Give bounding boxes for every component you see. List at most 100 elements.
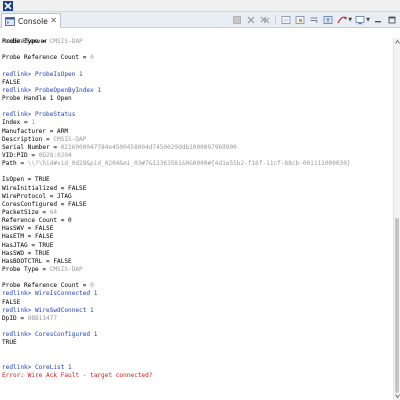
output-key: Path =	[2, 160, 28, 168]
maximize-icon	[388, 16, 396, 24]
output-value: 0BB11477	[27, 314, 58, 322]
output-key: Probe Type =	[2, 38, 50, 45]
console-output-line: HasSWV = FALSE	[2, 225, 54, 233]
remove-all-icon	[260, 16, 270, 24]
scroll-up-icon[interactable]	[395, 39, 400, 45]
open-console-icon	[337, 16, 347, 24]
output-value: 1	[31, 119, 36, 127]
close-icon[interactable]: ✕	[50, 16, 57, 26]
minimize-icon	[375, 21, 381, 23]
chevron-down-icon[interactable]: ▼	[366, 17, 370, 23]
output-value: 0D28:0204	[38, 151, 72, 159]
console-command-line: redlink> ProbeIsOpen 1	[2, 70, 83, 78]
title-bar	[0, 0, 400, 12]
remove-launch-button[interactable]	[245, 14, 257, 26]
output-key: Index =	[2, 119, 32, 127]
console-command-line: redlink> ProbeStatus	[2, 111, 76, 119]
remove-all-button[interactable]	[259, 14, 271, 26]
console-output-line: TRUE	[2, 339, 17, 347]
output-key: Probe Reference Count =	[2, 282, 91, 290]
console-output-line: FALSE	[2, 78, 21, 86]
output-key: Probe Reference Count =	[2, 54, 91, 62]
output-key: PacketSize =	[2, 208, 50, 216]
console-output-line: Probe Reference Count = 0	[2, 54, 393, 62]
tab-console[interactable]: Console ✕	[1, 13, 61, 28]
terminate-icon	[233, 16, 242, 24]
output-key: Serial Number =	[2, 143, 61, 151]
display-console-icon	[355, 16, 365, 25]
output-value: 0226000047784e4500458004d7450029ddb10000…	[60, 143, 237, 151]
console-command-line: redlink> CoresConfigured 1	[2, 331, 98, 339]
pin-console-icon	[323, 16, 333, 24]
console-output-line: Probe Handle 1 Open	[2, 94, 72, 102]
console-output-line: Description = CMSIS-DAP	[2, 136, 393, 144]
console-output-line: Reference Count = 0	[2, 217, 72, 225]
output-key: VID:PID =	[2, 151, 39, 159]
tab-console-label: Console	[18, 16, 48, 26]
console-icon	[5, 16, 15, 26]
console-output-line: Path = \\?\hid#vid_0d28&pid_0204&mi_03#7…	[2, 160, 393, 168]
display-console-button[interactable]	[354, 14, 366, 26]
console-command-line: redlink> WireIsConnected 1	[2, 290, 98, 298]
console-error-line: Error: Wire Ack Fault - target connected…	[2, 371, 153, 379]
console-output-line: HasSWD = TRUE	[2, 249, 50, 257]
scroll-lock-button[interactable]	[294, 14, 306, 26]
minimize-button[interactable]	[372, 14, 384, 26]
console-output-line: WireInitialized = FALSE	[2, 184, 87, 192]
output-key: Description =	[2, 135, 54, 143]
output-value: \\?\hid#vid_0d28&pid_0204&mi_03#7&123635…	[27, 160, 351, 168]
vertical-scrollbar[interactable]	[393, 38, 400, 400]
output-value: CMSIS-DAP	[49, 38, 83, 45]
output-key: Probe Type =	[2, 265, 50, 273]
pin-console-button[interactable]	[322, 14, 334, 26]
console-output-line: Manufacturer = ARM	[2, 127, 69, 135]
console-output-line: Probe Type = CMSIS-DAP	[2, 266, 393, 274]
chevron-down-icon[interactable]: ▼	[348, 17, 352, 23]
scroll-down-icon[interactable]	[395, 393, 400, 399]
console-output-line: VID:PID = 0D28:0204	[2, 152, 393, 160]
maximize-button[interactable]	[386, 14, 398, 26]
console-output-line: CoresConfigured = FALSE	[2, 200, 87, 208]
console-output-line: Probe Type = CMSIS-DAP	[2, 38, 393, 46]
output-value: CMSIS-DAP	[49, 265, 83, 273]
word-wrap-icon	[310, 17, 318, 23]
word-wrap-button[interactable]	[308, 14, 320, 26]
output-value: 64	[49, 208, 58, 216]
console-output[interactable]: Probe Type = CMSIS-DAP Probe Reference Co…	[0, 38, 393, 400]
clear-console-icon	[281, 16, 291, 24]
output-value: 0	[90, 54, 94, 62]
scroll-lock-icon	[295, 16, 305, 24]
terminate-button[interactable]	[231, 14, 243, 26]
console-output-line: Probe Reference Count = 0	[2, 282, 393, 290]
console-session-header: RedlinkServer	[0, 28, 400, 45]
console-output-line: HasETM = FALSE	[2, 233, 54, 241]
console-command-line: redlink> CoreList 1	[2, 363, 72, 371]
output-key: DpID =	[2, 314, 28, 322]
open-console-button[interactable]	[336, 14, 348, 26]
console-output-line: PacketSize = 64	[2, 209, 393, 217]
console-command-line: redlink> WireSwdConnect 1	[2, 306, 94, 314]
output-value: CMSIS-DAP	[53, 135, 87, 143]
console-output-line: HasBOOTCTRL = FALSE	[2, 257, 72, 265]
console-output-line: FALSE	[2, 298, 21, 306]
console-output-line: WireProtocol = JTAG	[2, 192, 72, 200]
console-output-line: Index = 1	[2, 119, 393, 127]
scrollbar-thumb[interactable]	[395, 218, 399, 393]
console-command-line: redlink> ProbeOpenByIndex 1	[2, 86, 102, 94]
console-output-line: Serial Number = 0226000047784e4500458004…	[2, 144, 393, 152]
toolbar-separator	[275, 15, 277, 25]
redlink-x-icon	[3, 1, 13, 11]
console-toolbar: ▼ ▼	[229, 13, 398, 27]
console-output-line: IsOpen = TRUE	[2, 176, 50, 184]
console-output-line: DpID = 0BB11477	[2, 315, 393, 323]
output-value: 0	[90, 282, 94, 290]
clear-console-button[interactable]	[280, 14, 292, 26]
